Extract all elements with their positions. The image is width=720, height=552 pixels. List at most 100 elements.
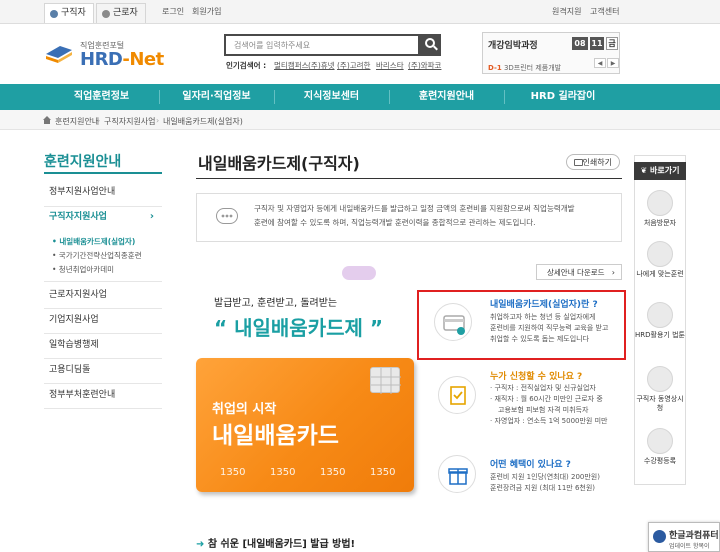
sidebar-item-label: 구직자지원사업 (49, 212, 107, 222)
date-day: 11 (590, 37, 604, 50)
upcoming-course-item[interactable]: D-1 3D프린터 제품개발 (488, 63, 561, 73)
checklist-icon (438, 376, 476, 414)
popular-search-item[interactable]: 멀티캠퍼스 (274, 60, 309, 71)
chevron-right-icon: › (149, 211, 154, 222)
course-prev-button[interactable]: ◀ (594, 58, 606, 68)
leaf-icon: ❦ (640, 166, 648, 175)
hand-pointer-icon[interactable] (647, 241, 673, 267)
issue-steps-label: 참 쉬운 [내일배움카드] 발급 방법! (207, 539, 356, 550)
login-link[interactable]: 로그인 (162, 6, 184, 17)
gift-icon (438, 455, 476, 493)
sidebar-item-company[interactable]: 기업지원사업 (44, 309, 162, 334)
sidebar-item-work-learning[interactable]: 일학습병행제 (44, 334, 162, 359)
nav-hrd-guide[interactable]: HRD 길라잡이 (504, 84, 622, 110)
info-icon (653, 530, 666, 543)
logo-text-main: HRD (80, 49, 123, 70)
print-button-label: 인쇄하기 (582, 158, 612, 167)
customer-center-link[interactable]: 고객센터 (590, 6, 619, 17)
info-line: 고용보험 피보험 자격 미취득자 (498, 406, 589, 414)
quick-item-review[interactable]: 수강평등록 (634, 457, 686, 466)
course-name: 3D프린터 제품개발 (503, 64, 562, 72)
issue-steps-heading: ➜ 참 쉬운 [내일배움카드] 발급 방법! (196, 535, 355, 550)
hero-subtitle: 발급받고, 훈련받고, 돌려받는 (214, 298, 338, 309)
info-what-text: 취업하고자 하는 청년 등 실업자에게 훈련비를 지원하여 직무능력 교육을 받… (490, 312, 620, 345)
person-icon (50, 10, 58, 18)
nav-job-info[interactable]: 일자리·직업정보 (159, 84, 274, 110)
speech-bubble-icon (216, 208, 238, 224)
quick-item-my-training[interactable]: 나에게 맞는훈련 (634, 270, 686, 279)
info-line: 훈련비 지원 1인당(연최대) 200만원) (490, 473, 600, 481)
info-benefit-text: 훈련비 지원 1인당(연최대) 200만원) 훈련장려금 지원 (최대 11만 … (490, 472, 626, 494)
first-visit-icon[interactable] (647, 190, 673, 216)
quick-item-first-visit[interactable]: 처음방문자 (634, 219, 686, 228)
course-next-button[interactable]: ▶ (607, 58, 619, 68)
sidebar-item-job-seeker[interactable]: 구직자지원사업 › (44, 207, 162, 231)
info-who-title: 누가 신청할 수 있나요 ? (490, 372, 583, 382)
sidebar-subitem-youth-academy[interactable]: • 청년취업아카데미 (52, 264, 114, 275)
popular-search-item[interactable]: 바리스타 (376, 60, 404, 71)
info-what-title: 내일배움카드제(실업자)란 ? (490, 300, 598, 310)
tab-job-seeker-label: 구직자 (61, 8, 86, 18)
logo-text[interactable]: HRD-Net (80, 49, 164, 70)
pencil-icon[interactable] (647, 428, 673, 454)
card-icon (434, 303, 472, 341)
card-number: 1350 (320, 467, 346, 478)
info-line: · 자영업자 : 연소득 1억 5000만원 미만 (490, 417, 608, 425)
info-line: · 구직자 : 전직실업자 및 신규실업자 (490, 384, 596, 392)
home-icon[interactable] (43, 116, 51, 124)
popular-search-item[interactable]: (주)와파코 (408, 60, 441, 71)
arrow-right-icon: ➜ (196, 539, 205, 550)
breadcrumb-separator: › (97, 116, 101, 125)
breadcrumb-item[interactable]: 구직자지원사업 (104, 116, 156, 127)
decorative-sticker (342, 266, 376, 280)
nav-training-support[interactable]: 훈련지원안내 (389, 84, 504, 110)
quick-menu-header: ❦ 바로가기 (634, 162, 686, 180)
hrd-logo-icon[interactable] (44, 42, 74, 64)
update-notification-popup[interactable]: 한글과컴퓨터 업데이트 항목이 (648, 522, 720, 552)
nav-training-info[interactable]: 직업훈련정보 (44, 84, 159, 110)
title-underline (196, 178, 622, 179)
quick-item-video[interactable]: 구직자 동영상시청 (634, 395, 686, 413)
popup-title: 한글과컴퓨터 (669, 531, 719, 541)
sidebar-item-gov-support[interactable]: 정부지원사업안내 (44, 181, 162, 207)
info-line: 훈련비를 지원하여 직무능력 교육을 받고 (490, 324, 609, 332)
breadcrumb-separator: › (156, 116, 160, 125)
popular-search-item[interactable]: (주)휴넷 (308, 60, 335, 71)
info-line: · 재직자 : 월 60시간 미만인 근로자 중 (490, 395, 603, 403)
sidebar-item-worker[interactable]: 근로자지원사업 (44, 283, 162, 309)
print-button[interactable]: 인쇄하기 (566, 154, 620, 170)
upcoming-course-title: 개강임박과정 (488, 41, 538, 51)
sidebar-title-underline (44, 172, 162, 174)
popular-search-item[interactable]: (주)고려한 (337, 60, 370, 71)
tab-job-seeker[interactable]: 구직자 (44, 3, 94, 23)
video-icon[interactable] (647, 366, 673, 392)
nav-knowledge-center[interactable]: 지식정보센터 (274, 84, 389, 110)
remote-support-link[interactable]: 원격지원 (552, 6, 581, 17)
popup-subtitle: 업데이트 항목이 (669, 543, 710, 550)
signup-link[interactable]: 회원가입 (192, 6, 221, 17)
description-line: 훈련에 참여할 수 있도록 하며, 직업능력개발 훈련이력을 종합적으로 관리하… (254, 218, 536, 227)
card-number: 1350 (370, 467, 396, 478)
sidebar-title: 훈련지원안내 (44, 154, 122, 170)
download-guide-button[interactable]: 상세안내 다운로드 › (536, 264, 622, 280)
breadcrumb-current: 내일배움카드제(실업자) (163, 117, 243, 126)
tab-worker[interactable]: 근로자 (96, 3, 146, 23)
card-chip-icon (370, 367, 401, 394)
sidebar-subitem-national-strategy[interactable]: • 국가기간전략산업직종훈련 (52, 250, 142, 261)
info-line: 훈련장려금 지원 (최대 11만 6천원) (490, 484, 596, 492)
sidebar-item-ministry-training[interactable]: 정부부처훈련안내 (44, 384, 162, 409)
card-text-line1: 취업의 시작 (212, 402, 277, 417)
card-text-line2: 내일배움카드 (212, 423, 339, 449)
book-icon[interactable] (647, 302, 673, 328)
card-number: 1350 (270, 467, 296, 478)
breadcrumb-item[interactable]: 훈련지원안내 (55, 116, 99, 127)
sidebar-item-stepping-stone[interactable]: 고용디딤돌 (44, 359, 162, 384)
sidebar-subitem-card-unemployed[interactable]: • 내일배움카드제(실업자) (52, 236, 135, 247)
description-text: 구직자 및 자영업자 등에게 내일배움카드를 발급하고 일정 금액의 훈련비를 … (254, 202, 604, 230)
sidebar-divider (44, 281, 162, 282)
search-input[interactable]: 검색어를 입력하주세요 (224, 34, 420, 56)
printer-icon (574, 159, 583, 166)
quick-item-hrd-cartoon[interactable]: HRD활용기 법툰 (634, 331, 686, 340)
search-button[interactable] (420, 34, 441, 56)
quick-menu-header-label: 바로가기 (650, 166, 680, 175)
